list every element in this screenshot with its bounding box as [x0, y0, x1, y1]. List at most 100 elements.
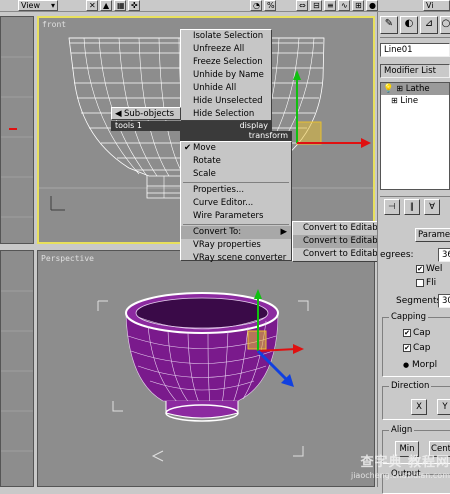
tools1-header: tools 1 [115, 121, 142, 130]
modify-tab-icon[interactable]: ◐ [400, 16, 418, 34]
menu-item-curve-editor[interactable]: Curve Editor... [181, 197, 291, 210]
select-region-icon[interactable]: ▦ [114, 0, 126, 11]
material-editor-icon[interactable]: ● [366, 0, 378, 11]
pin-stack-icon[interactable]: ⊣ [384, 199, 400, 215]
menu-item-unhide-all[interactable]: Unhide All [181, 82, 271, 95]
segments-field[interactable]: 30 [438, 294, 450, 308]
direction-x-button[interactable]: X [411, 399, 427, 415]
move-label: Move [193, 143, 216, 153]
menu-separator [183, 224, 289, 225]
radio-selected-icon: ● [403, 361, 410, 369]
transform-quad-menu: ✔ Move Rotate Scale Properties... Curve … [180, 141, 292, 263]
weld-core-check: ✔ [416, 264, 424, 273]
hierarchy-tab-icon[interactable]: ⊿ [420, 16, 438, 34]
menu-item-unhide-by-name[interactable]: Unhide by Name [181, 69, 271, 82]
align-label: Align [389, 425, 415, 435]
align-icon[interactable]: ⊟ [310, 0, 322, 11]
direction-group: Direction X Y [382, 381, 450, 420]
menu-item-scale[interactable]: Scale [181, 168, 291, 181]
line-label: Line [400, 96, 419, 106]
command-panel: ✎ ◐ ⊿ ○ Line01 Modifier List 💡 ⊞ Lathe ⊞… [377, 12, 450, 494]
show-end-result-icon[interactable]: ∥ [404, 199, 420, 215]
cap-start-label: Cap [413, 328, 431, 338]
curve-editor-icon[interactable]: ∿ [338, 0, 350, 11]
menu-item-wire-parameters[interactable]: Wire Parameters [181, 210, 291, 223]
cap-start-checkbox[interactable]: ✔ Cap [403, 328, 431, 338]
check-icon: ✔ [184, 143, 192, 153]
degrees-field[interactable]: 36 [438, 248, 450, 262]
create-tab-icon[interactable]: ✎ [380, 16, 398, 34]
arrow-left-icon: ◀ [115, 109, 122, 119]
render-dropdown[interactable]: Vi [423, 0, 450, 11]
menu-item-hide-selection[interactable]: Hide Selection [181, 108, 271, 121]
parameters-label: Parame [418, 230, 450, 240]
cap-end-checkbox[interactable]: ✔ Cap [403, 343, 431, 353]
percent-snap-icon[interactable]: % [264, 0, 276, 11]
menu-item-sub-objects[interactable]: ◀ Sub-objects [112, 108, 180, 121]
watermark-url: jiaocheng.chazidian.com [350, 471, 450, 480]
modifier-stack: 💡 ⊞ Lathe ⊞ Line [380, 82, 450, 190]
chevron-down-icon: ▾ [50, 1, 55, 10]
tools1-quad-menu: ◀ Sub-objects [111, 107, 181, 120]
cap-end-check: ✔ [403, 343, 411, 352]
menu-item-vray-scene-converter[interactable]: VRay scene converter [181, 252, 291, 265]
make-unique-icon[interactable]: ∀ [424, 199, 440, 215]
layer-icon[interactable]: ≡ [324, 0, 336, 11]
quad-menu-header: tools 1 display [111, 121, 272, 131]
degrees-label: egrees: [380, 250, 414, 260]
display-header: display [239, 121, 268, 130]
flip-normals-label: Fli [426, 278, 437, 288]
menu-item-convert-to[interactable]: Convert To: ▶ [181, 226, 291, 239]
expand-icon[interactable]: ⊞ [391, 96, 398, 105]
flip-normals-checkbox[interactable]: Fli [416, 278, 436, 288]
expand-icon[interactable]: ⊞ [396, 84, 403, 93]
menu-item-move[interactable]: ✔ Move [181, 142, 291, 155]
select-tool-icon[interactable]: ✕ [86, 0, 98, 11]
modifier-list-dropdown[interactable]: Modifier List [380, 64, 450, 78]
parameters-rollout[interactable]: Parame [415, 228, 450, 242]
stack-item-lathe[interactable]: 💡 ⊞ Lathe [381, 83, 449, 95]
select-object-icon[interactable]: ▲ [100, 0, 112, 11]
weld-core-label: Wel [426, 264, 443, 274]
lathe-label: Lathe [405, 84, 430, 94]
top-toolbar: View ▾ ✕ ▲ ▦ ✜ ◔ % ⇔ ⊟ ≡ ∿ ⊞ ● Vi [0, 0, 450, 12]
cap-start-check: ✔ [403, 328, 411, 337]
schematic-icon[interactable]: ⊞ [352, 0, 364, 11]
command-panel-tabs: ✎ ◐ ⊿ ○ [380, 14, 450, 38]
mirror-icon[interactable]: ⇔ [296, 0, 308, 11]
menu-item-freeze-selection[interactable]: Freeze Selection [181, 56, 271, 69]
view-dropdown-label: View [21, 1, 40, 10]
weld-core-checkbox[interactable]: ✔ Wel [416, 264, 442, 274]
view-dropdown[interactable]: View ▾ [18, 0, 58, 11]
stack-item-line[interactable]: ⊞ Line [381, 95, 449, 107]
transform-header: transform [180, 131, 292, 141]
menu-item-vray-properties[interactable]: VRay properties [181, 239, 291, 252]
motion-tab-icon[interactable]: ○ [440, 16, 450, 34]
cap-end-label: Cap [413, 343, 431, 353]
capping-group: Capping ✔ Cap ✔ Cap ● Morpl [382, 312, 450, 377]
display-quad-menu: Isolate Selection Unfreeze All Freeze Se… [180, 29, 272, 121]
menu-item-rotate[interactable]: Rotate [181, 155, 291, 168]
watermark: 查字典 教程网 jiaocheng.chazidian.com [318, 455, 450, 487]
menu-item-hide-unselected[interactable]: Hide Unselected [181, 95, 271, 108]
left-viewport[interactable] [0, 250, 34, 487]
move-tool-icon[interactable]: ✜ [128, 0, 140, 11]
menu-item-isolate-selection[interactable]: Isolate Selection [181, 30, 271, 43]
menu-item-properties[interactable]: Properties... [181, 184, 291, 197]
convert-to-label: Convert To: [193, 227, 242, 237]
direction-y-button[interactable]: Y [437, 399, 450, 415]
direction-label: Direction [389, 381, 432, 391]
menu-separator [183, 182, 289, 183]
lightbulb-icon[interactable]: 💡 [383, 84, 394, 94]
morph-label: Morpl [411, 360, 438, 370]
morph-radio[interactable]: ● Morpl [403, 360, 437, 370]
sub-objects-label: Sub-objects [124, 109, 175, 119]
watermark-title: 查字典 教程网 [360, 455, 450, 470]
flip-normals-check [416, 278, 424, 287]
arrow-right-icon: ▶ [280, 227, 287, 237]
top-viewport[interactable] [0, 16, 34, 244]
angle-snap-icon[interactable]: ◔ [250, 0, 262, 11]
perspective-viewport[interactable]: Perspective [37, 250, 375, 487]
menu-item-unfreeze-all[interactable]: Unfreeze All [181, 43, 271, 56]
object-name-field[interactable]: Line01 [380, 43, 450, 57]
